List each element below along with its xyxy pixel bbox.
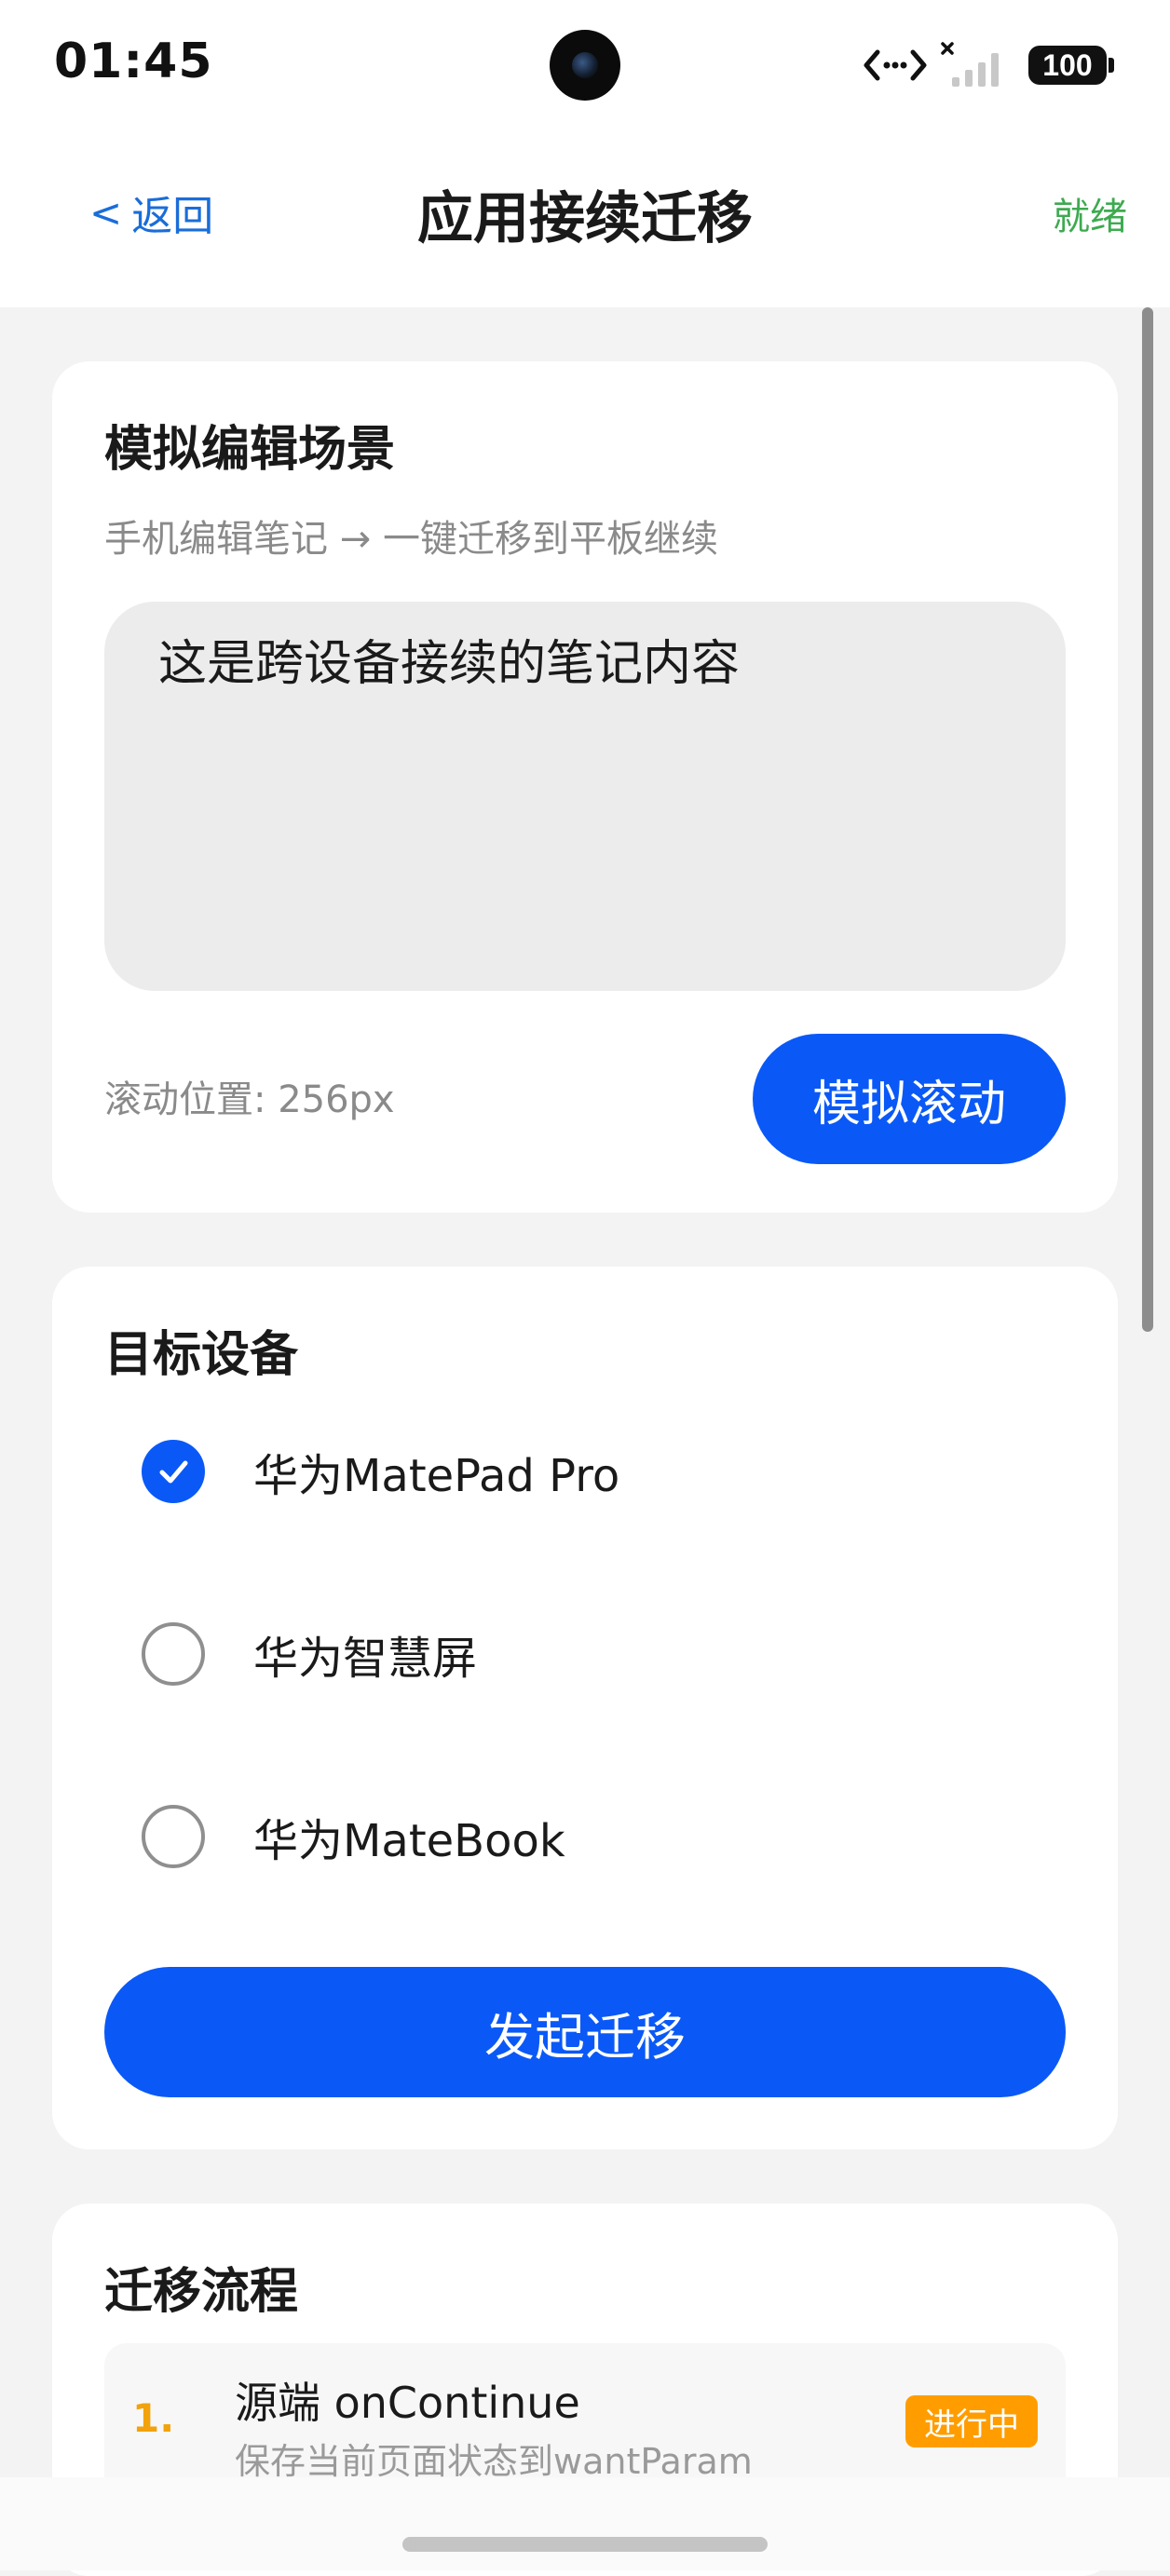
target-devices-card: 目标设备 华为MatePad Pro 华为智慧屏 华为MateBook 发起迁移 — [52, 1267, 1118, 2149]
signal-icon — [941, 42, 999, 87]
status-time: 01:45 — [54, 34, 213, 89]
scrollbar[interactable] — [1142, 307, 1153, 2477]
nav-header: < 返回 应用接续迁移 就绪 — [0, 130, 1170, 307]
scrollbar-thumb[interactable] — [1142, 307, 1153, 1332]
note-textarea[interactable]: 这是跨设备接续的笔记内容 — [104, 602, 1066, 991]
gesture-bar — [0, 2477, 1170, 2570]
radio-unchecked-icon[interactable] — [142, 1805, 205, 1868]
battery-level: 100 — [1042, 47, 1093, 82]
status-indicator: 就绪 — [1053, 196, 1127, 238]
checkmark-icon — [159, 1460, 188, 1484]
scroll-position-label: 滚动位置: 256px — [104, 1078, 395, 1121]
device-option-matebook[interactable]: 华为MateBook — [142, 1790, 980, 1883]
camera-icon — [550, 30, 620, 101]
target-devices-title: 目标设备 — [104, 1327, 299, 1383]
battery-icon: 100 — [1028, 46, 1107, 85]
radio-checked-icon[interactable] — [142, 1440, 205, 1503]
device-label: 华为MateBook — [253, 1815, 565, 1867]
start-migration-button[interactable]: 发起迁移 — [104, 1967, 1066, 2097]
battery-tip — [1109, 58, 1114, 73]
status-bar: 01:45 100 — [0, 0, 1170, 130]
step-title: 源端 onContinue — [235, 2378, 580, 2428]
edit-scene-card: 模拟编辑场景 手机编辑笔记 → 一键迁移到平板继续 这是跨设备接续的笔记内容 滚… — [52, 361, 1118, 1213]
device-option-smart-screen[interactable]: 华为智慧屏 — [142, 1607, 980, 1701]
note-text: 这是跨设备接续的笔记内容 — [158, 636, 741, 692]
status-icons: 100 — [863, 37, 1114, 93]
device-label: 华为MatePad Pro — [253, 1450, 620, 1502]
step-number: 1. — [132, 2395, 175, 2441]
device-label: 华为智慧屏 — [253, 1633, 478, 1685]
edit-scene-title: 模拟编辑场景 — [104, 422, 396, 478]
status-badge: 进行中 — [905, 2395, 1038, 2447]
migration-flow-title: 迁移流程 — [104, 2264, 299, 2320]
device-option-matepad-pro[interactable]: 华为MatePad Pro — [142, 1425, 980, 1518]
step-description: 保存当前页面状态到wantParam — [235, 2441, 753, 2482]
simulate-scroll-button[interactable]: 模拟滚动 — [753, 1034, 1066, 1164]
network-transfer-icon — [864, 49, 927, 81]
home-indicator[interactable] — [402, 2537, 768, 2552]
page-title: 应用接续迁移 — [417, 186, 753, 251]
edit-scene-subtitle: 手机编辑笔记 → 一键迁移到平板继续 — [104, 518, 718, 561]
radio-unchecked-icon[interactable] — [142, 1622, 205, 1686]
